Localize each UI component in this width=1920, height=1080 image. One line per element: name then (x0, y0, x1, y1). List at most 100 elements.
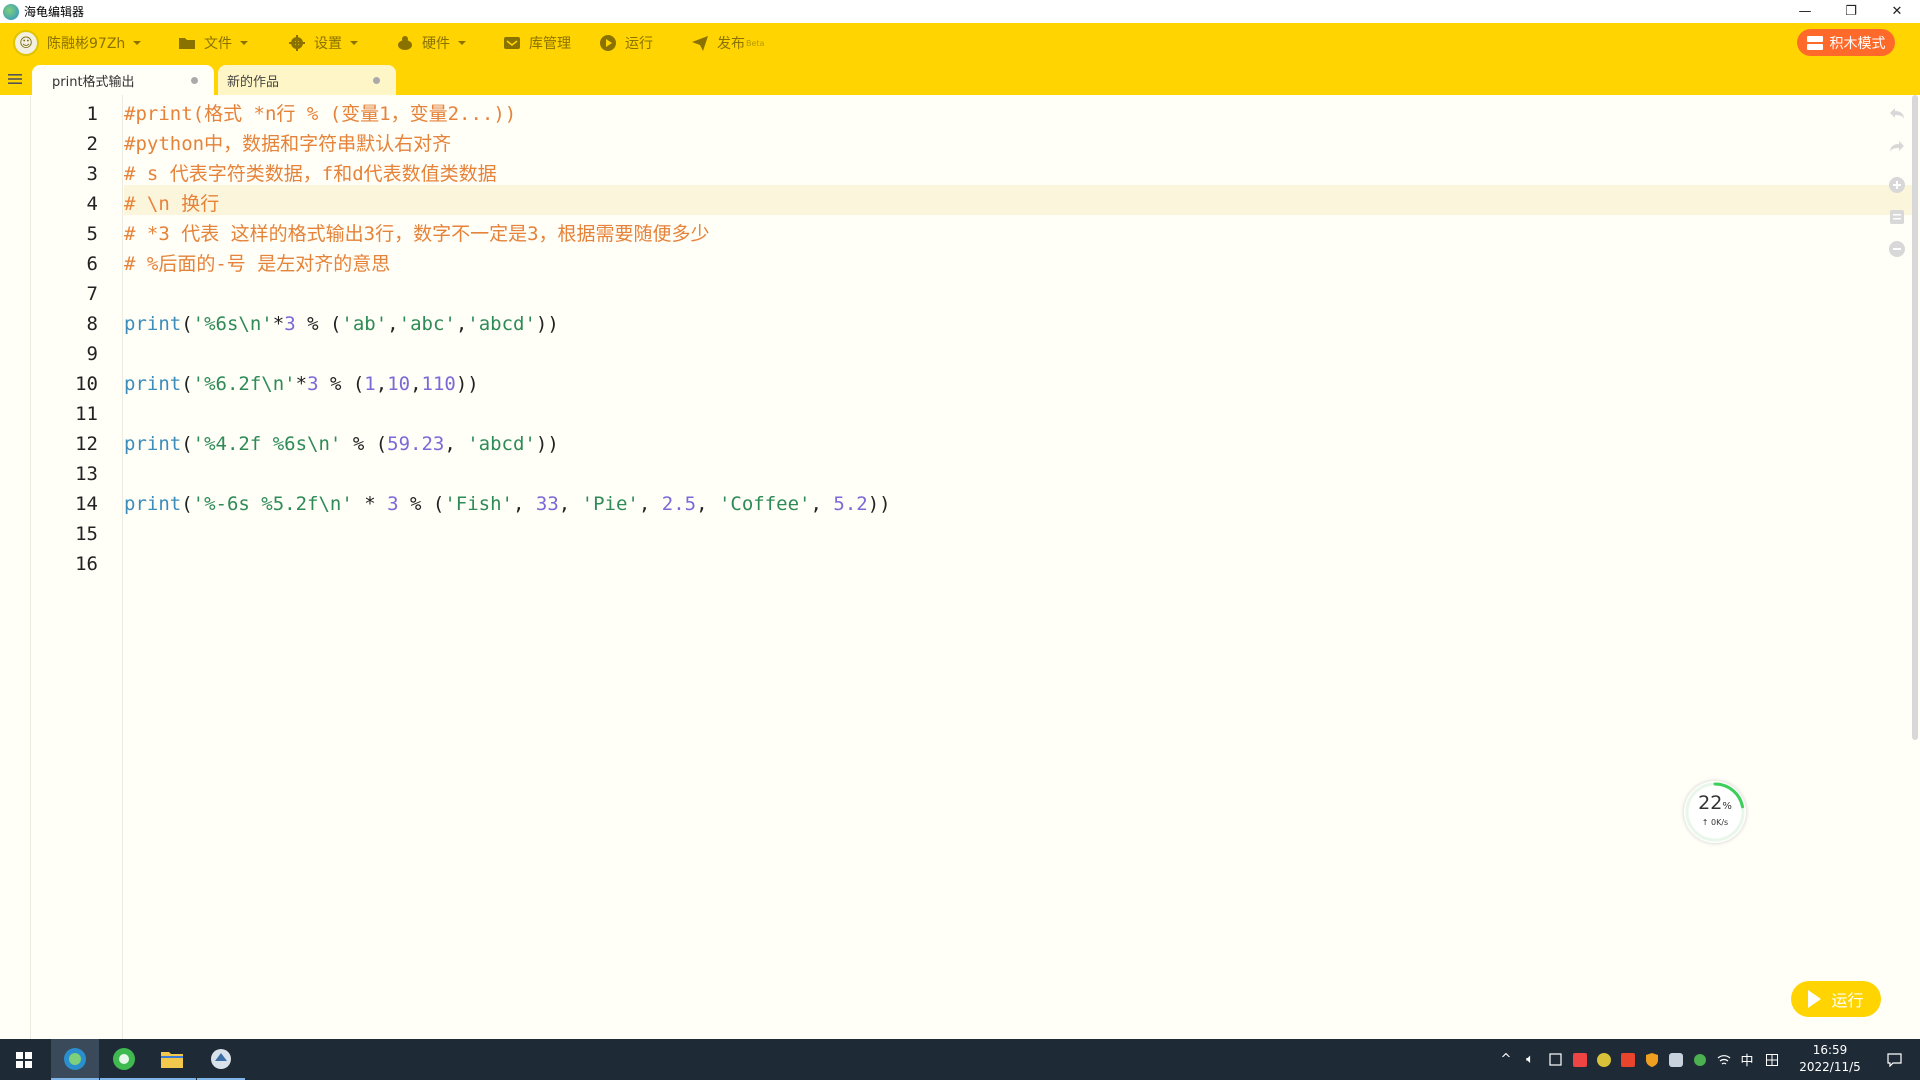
code-line[interactable]: #python中，数据和字符串默认右对齐 (124, 129, 451, 159)
chevron-down-icon (240, 41, 248, 45)
browser-icon[interactable] (100, 1039, 148, 1080)
code-line[interactable]: print('%6s\n'*3 % ('ab','abc','abcd')) (124, 309, 559, 339)
volume-icon[interactable]: 🔈︎ (1520, 1039, 1540, 1080)
code-token: , (387, 313, 399, 335)
beta-badge: Beta (746, 38, 765, 48)
code-token: print (124, 373, 182, 395)
window-title: 海龟编辑器 (24, 5, 85, 19)
code-token: , (375, 373, 388, 395)
run-menu-label: 运行 (625, 36, 653, 52)
tray-window-icon[interactable] (1545, 1039, 1565, 1080)
publish-button[interactable]: 发布 Beta (691, 33, 764, 53)
tab-print-format-output[interactable]: print格式输出 (32, 65, 214, 95)
code-line[interactable]: print('%4.2f %6s\n' % (59.23, 'abcd')) (124, 429, 559, 459)
run-menu-button[interactable]: 运行 (599, 33, 653, 53)
wifi-icon[interactable] (1714, 1039, 1734, 1080)
file-menu[interactable]: 文件 (178, 33, 248, 53)
tab-label: print格式输出 (52, 74, 135, 90)
code-line[interactable]: print('%-6s %5.2f\n' * 3 % ('Fish', 33, … (124, 489, 891, 519)
hamburger-menu-icon[interactable] (7, 71, 23, 87)
redo-icon[interactable] (1888, 137, 1906, 155)
settings-menu[interactable]: 设置 (288, 33, 358, 53)
code-token: * (352, 493, 388, 515)
file-menu-label: 文件 (204, 36, 232, 52)
code-token: ( (181, 313, 193, 335)
tab-close-icon[interactable] (373, 77, 380, 84)
code-token: '%6s\n' (192, 313, 273, 335)
tray-app-yellow-icon[interactable] (1594, 1039, 1614, 1080)
line-number: 11 (75, 403, 98, 425)
code-token: #print(格式 *n行 % (变量1，变量2...)) (124, 103, 517, 125)
system-clock[interactable]: 16:59 2022/11/5 (1784, 1042, 1876, 1076)
python-idle-icon[interactable] (197, 1039, 245, 1080)
code-token: % ( (398, 493, 445, 515)
ime-indicator[interactable]: 中 (1737, 1039, 1757, 1080)
code-token: 5.2 (833, 493, 868, 515)
library-icon (503, 34, 521, 52)
tray-app-grid-icon[interactable] (1618, 1039, 1638, 1080)
run-button[interactable]: 运行 (1791, 981, 1881, 1017)
line-number: 7 (86, 283, 98, 305)
notification-icon[interactable] (1880, 1039, 1908, 1080)
code-line[interactable]: print('%6.2f\n'*3 % (1,10,110)) (124, 369, 479, 399)
line-number: 12 (75, 433, 98, 455)
format-icon[interactable] (1888, 208, 1906, 226)
minimize-button[interactable]: — (1782, 0, 1828, 23)
code-token: 3 (387, 493, 399, 515)
zoom-in-icon[interactable] (1888, 176, 1906, 194)
code-token: ( (181, 433, 193, 455)
code-token: )) (867, 493, 891, 515)
line-number: 2 (86, 133, 98, 155)
file-explorer-icon[interactable] (148, 1039, 196, 1080)
tab-bar: print格式输出 新的作品 (0, 63, 1920, 95)
line-number: 4 (86, 193, 98, 215)
code-token: % ( (295, 313, 342, 335)
avatar: ☺ (13, 30, 39, 56)
code-line[interactable]: # %后面的-号 是左对齐的意思 (124, 249, 390, 279)
windows-taskbar: ^ 🔈︎ 中 16:59 2022/11/5 (0, 1039, 1920, 1080)
tray-app-green-icon[interactable] (1690, 1039, 1710, 1080)
tray-app-red-icon[interactable] (1570, 1039, 1590, 1080)
hardware-menu[interactable]: 硬件 (396, 33, 466, 53)
code-token: )) (535, 433, 559, 455)
tab-new-work[interactable]: 新的作品 (218, 65, 396, 95)
code-token: 33 (535, 493, 559, 515)
code-token: , (513, 493, 536, 515)
vertical-scrollbar[interactable] (1912, 95, 1918, 740)
code-line[interactable]: # \n 换行 (124, 189, 219, 219)
code-line[interactable]: # *3 代表 这样的格式输出3行，数字不一定是3，根据需要随便多少 (124, 219, 710, 249)
code-token: # \n 换行 (124, 193, 220, 215)
speed-percent: 22% (1698, 792, 1732, 814)
zoom-out-icon[interactable] (1888, 240, 1906, 258)
code-token: # *3 代表 这样的格式输出3行，数字不一定是3，根据需要随便多少 (124, 223, 710, 245)
undo-icon[interactable] (1888, 104, 1906, 122)
user-menu[interactable]: ☺ 陈融彬97Zh (13, 30, 142, 56)
windows-start-icon[interactable] (0, 1039, 48, 1080)
code-line[interactable]: #print(格式 *n行 % (变量1，变量2...)) (124, 99, 516, 129)
code-token: ( (181, 493, 193, 515)
tray-overflow-icon[interactable]: ^ (1498, 1039, 1514, 1080)
ime-mode-icon[interactable] (1762, 1039, 1782, 1080)
settings-menu-label: 设置 (314, 36, 342, 52)
turtle-editor-icon[interactable] (51, 1039, 99, 1080)
tray-app-wechat-icon[interactable] (1666, 1039, 1686, 1080)
run-button-label: 运行 (1831, 991, 1864, 1010)
line-number: 15 (75, 523, 98, 545)
clock-time: 16:59 (1812, 1043, 1848, 1057)
restore-button[interactable]: ❐ (1828, 0, 1874, 23)
tab-close-icon[interactable] (191, 77, 198, 84)
close-button[interactable]: ✕ (1874, 0, 1920, 23)
line-number: 9 (86, 343, 98, 365)
line-number: 16 (75, 553, 98, 575)
code-token: 'abcd' (467, 313, 536, 335)
library-manager-button[interactable]: 库管理 (503, 33, 571, 53)
code-token: '%-6s %5.2f\n' (192, 493, 353, 515)
code-line[interactable]: # s 代表字符类数据，f和d代表数值类数据 (124, 159, 497, 189)
code-token: 1 (364, 373, 376, 395)
code-token: % ( (341, 433, 388, 455)
code-token: print (124, 493, 182, 515)
code-token: 'Coffee' (718, 493, 811, 515)
shield-icon[interactable] (1642, 1039, 1662, 1080)
play-icon (1808, 990, 1822, 1008)
blocks-mode-button[interactable]: 积木模式 (1797, 29, 1895, 56)
